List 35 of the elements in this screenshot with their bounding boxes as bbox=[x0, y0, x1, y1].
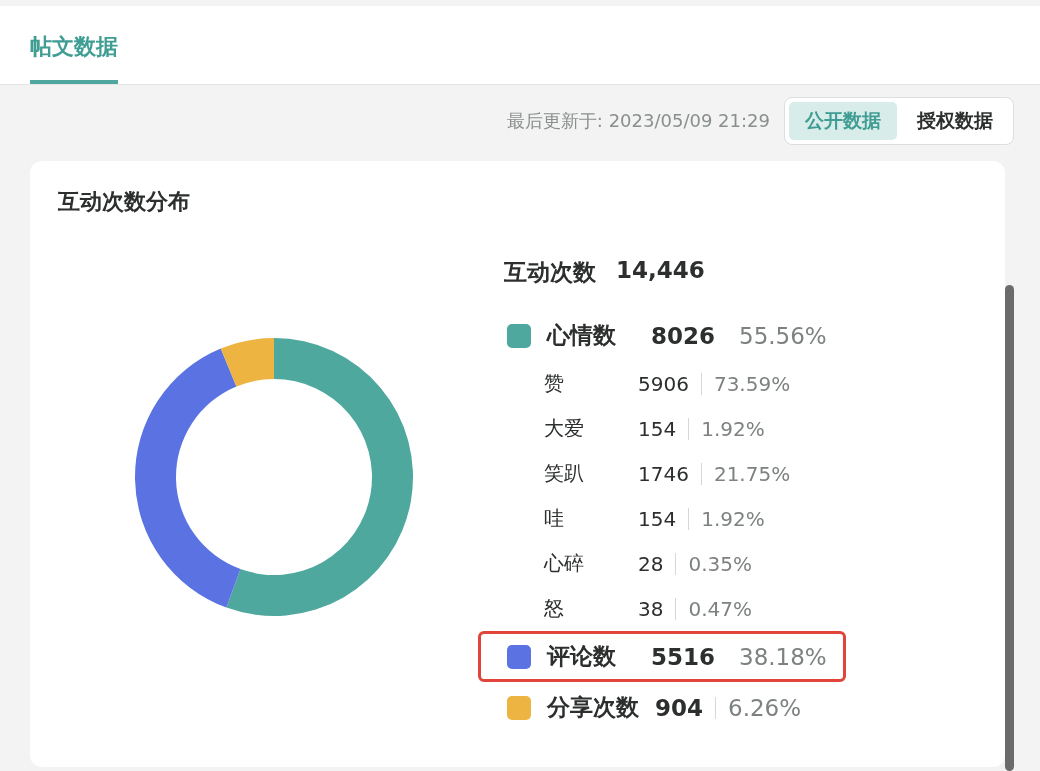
reaction-label: 笑趴 bbox=[544, 460, 585, 487]
total-value: 14,446 bbox=[616, 257, 705, 285]
percent-value: 0.47% bbox=[688, 596, 752, 621]
reaction-label: 心碎 bbox=[544, 550, 585, 577]
percent-value: 73.59% bbox=[713, 371, 791, 396]
count-value: 5516 bbox=[651, 643, 715, 670]
percent-value: 1.92% bbox=[701, 506, 765, 531]
count-value: 5906 bbox=[638, 371, 689, 396]
scrollbar[interactable] bbox=[1005, 285, 1014, 771]
count-value: 904 bbox=[655, 694, 703, 721]
tab[interactable]: 帖文数据 bbox=[30, 32, 118, 84]
card-title: 互动次数分布 bbox=[58, 188, 191, 216]
percent-value: 38.18% bbox=[739, 643, 827, 670]
count-value: 154 bbox=[638, 416, 677, 441]
percent-value: 21.75% bbox=[713, 461, 791, 486]
count-value: 28 bbox=[638, 551, 664, 576]
legend-label: 心情数 bbox=[547, 321, 617, 350]
legend-label: 评论数 bbox=[547, 642, 617, 671]
reaction-label: 哇 bbox=[544, 505, 565, 532]
count-value: 8026 bbox=[651, 322, 715, 349]
count-value: 154 bbox=[638, 506, 677, 531]
total-label: 互动次数 bbox=[504, 258, 596, 287]
count-value: 1746 bbox=[638, 461, 689, 486]
percent-value: 0.35% bbox=[688, 551, 752, 576]
percent-value: 6.26% bbox=[728, 694, 802, 721]
reaction-label: 怒 bbox=[544, 595, 565, 622]
reaction-label: 赞 bbox=[544, 370, 565, 397]
percent-value: 1.92% bbox=[701, 416, 765, 441]
last-updated-text: 最后更新于: 2023/05/09 21:29 bbox=[506, 109, 770, 133]
count-value: 38 bbox=[638, 596, 664, 621]
toggle-button[interactable]: 公开数据 bbox=[789, 102, 897, 140]
reaction-label: 大爱 bbox=[544, 415, 585, 442]
toggle-button[interactable]: 授权数据 bbox=[901, 102, 1009, 140]
legend-label: 分享次数 bbox=[547, 693, 639, 722]
percent-value: 55.56% bbox=[739, 322, 827, 349]
